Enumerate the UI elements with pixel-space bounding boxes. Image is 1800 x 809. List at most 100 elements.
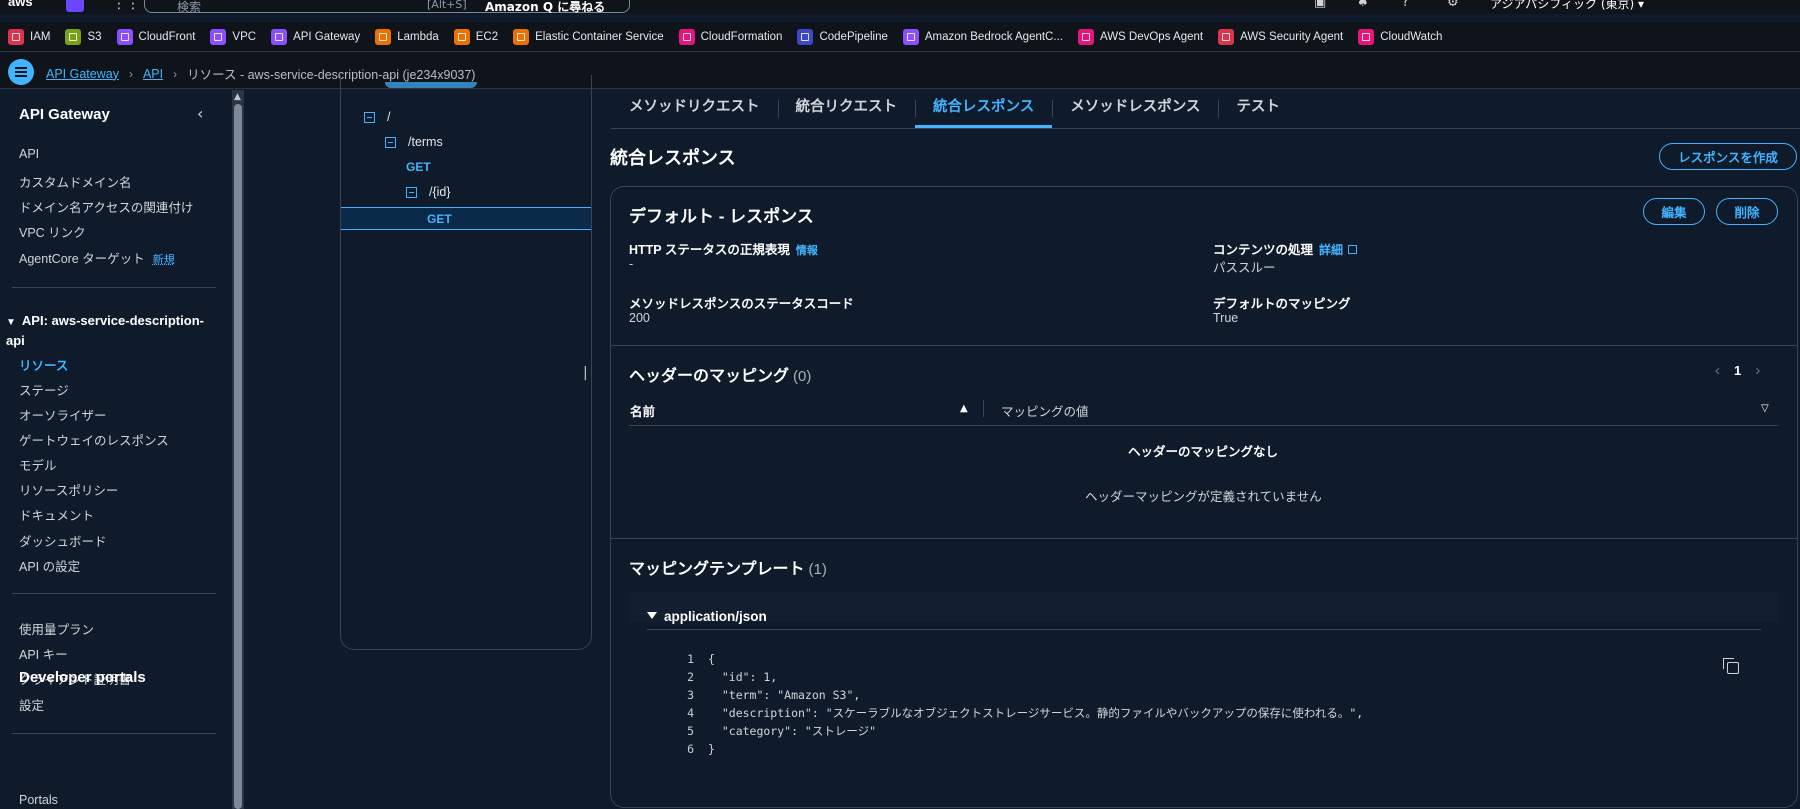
help-icon[interactable]: ? — [1402, 0, 1409, 10]
api-section-header[interactable]: ▼ API: aws-service-description-api — [6, 312, 206, 350]
tab-integration-response[interactable]: 統合レスポンス — [915, 90, 1053, 128]
services-grid-icon[interactable]: ⋮⋮ — [112, 0, 140, 12]
menu-icon[interactable] — [8, 59, 34, 85]
details-link[interactable]: 詳細 — [1319, 243, 1343, 257]
service-icon — [513, 28, 530, 45]
sidebar-item-agentcore[interactable]: AgentCore ターゲット 新規 — [19, 248, 175, 267]
favorite-ec2[interactable]: EC2 — [453, 28, 498, 45]
copy-icon[interactable] — [1723, 658, 1739, 674]
create-response-button[interactable]: レスポンスを作成 — [1659, 143, 1797, 170]
line-text: "description": "スケーラブルなオブジェクトストレージサービス。静… — [708, 706, 1364, 720]
sidebar-item-api-keys[interactable]: API キー — [19, 644, 68, 663]
chevron-left-icon[interactable]: ‹ — [1715, 362, 1720, 379]
sidebar-item-usage-plans[interactable]: 使用量プラン — [19, 619, 94, 638]
tree-node-root[interactable]: / — [364, 110, 390, 124]
sort-icon[interactable]: ▽ — [1761, 403, 1769, 414]
favorite-cloudfront[interactable]: CloudFront — [116, 28, 195, 45]
favorite-cloudwatch[interactable]: CloudWatch — [1358, 28, 1442, 45]
settings-gear-icon[interactable]: ⚙ — [1447, 0, 1459, 10]
content-handling-value: パススルー — [1213, 261, 1276, 275]
sidebar-item-vpc-links[interactable]: VPC リンク — [19, 222, 86, 241]
sidebar-item-gateway-responses[interactable]: ゲートウェイのレスポンス — [19, 430, 169, 449]
cloudshell-icon[interactable]: ▣ — [1314, 0, 1326, 10]
column-header-mapping-value[interactable]: マッピングの値 — [1001, 401, 1089, 420]
sidebar-item-api[interactable]: API — [19, 147, 39, 161]
external-link-icon[interactable] — [1348, 245, 1358, 254]
divider — [611, 345, 1797, 346]
collapse-icon[interactable] — [364, 111, 375, 123]
favorite-api-gateway[interactable]: API Gateway — [271, 28, 360, 45]
delete-button[interactable]: 削除 — [1716, 198, 1778, 225]
favorite-amazon-bedrock-agentc[interactable]: Amazon Bedrock AgentC... — [902, 28, 1063, 45]
favorite-vpc[interactable]: VPC — [210, 28, 256, 45]
notifications-icon[interactable]: ♠ — [1357, 0, 1369, 10]
breadcrumb-api[interactable]: API — [143, 67, 163, 81]
column-divider[interactable] — [983, 400, 984, 417]
ask-amazon-q-link[interactable]: Amazon Q に尋ねる — [485, 0, 605, 14]
edit-button[interactable]: 編集 — [1643, 198, 1705, 225]
close-sidebar-icon[interactable]: ‹ — [197, 104, 203, 123]
empty-state-title: ヘッダーのマッピングなし — [1128, 445, 1279, 459]
favorite-elastic-container-service[interactable]: Elastic Container Service — [513, 28, 664, 45]
favorite-codepipeline[interactable]: CodePipeline — [797, 28, 888, 45]
sidebar-item-api-settings[interactable]: API の設定 — [19, 556, 80, 575]
tab-method-response[interactable]: メソッドレスポンス — [1052, 90, 1218, 128]
sidebar-item-documentation[interactable]: ドキュメント — [19, 505, 94, 524]
favorite-label: AWS DevOps Agent — [1099, 30, 1204, 43]
tree-node-get-terms[interactable]: GET — [406, 160, 431, 174]
tab-test[interactable]: テスト — [1218, 90, 1298, 128]
collapse-icon[interactable] — [385, 136, 396, 148]
sidebar-item-domain-access[interactable]: ドメイン名アクセスの関連付け — [19, 197, 193, 216]
sidebar-title: API Gateway — [19, 106, 110, 123]
sidebar-item-models[interactable]: モデル — [19, 455, 57, 474]
region-selector[interactable]: アジアパシフィック (東京) ▾ — [1490, 0, 1644, 12]
line-text: } — [708, 742, 715, 756]
tree-node-id[interactable]: /{id} — [406, 185, 451, 199]
favorite-aws-security-agent[interactable]: AWS Security Agent — [1218, 28, 1343, 45]
tab-integration-request[interactable]: 統合リクエスト — [777, 90, 916, 128]
sidebar-item-portals[interactable]: Portals — [19, 793, 58, 807]
sidebar-item-resources[interactable]: リソース — [19, 355, 68, 374]
sidebar-item-custom-domains[interactable]: カスタムドメイン名 — [19, 172, 132, 191]
tree-label: /terms — [408, 135, 443, 149]
favorite-cloudformation[interactable]: CloudFormation — [678, 28, 782, 45]
sidebar-item-resource-policy[interactable]: リソースポリシー — [19, 480, 118, 499]
column-header-name[interactable]: 名前 — [630, 401, 655, 420]
service-icon — [116, 28, 133, 45]
breadcrumb-api-gateway[interactable]: API Gateway — [46, 67, 119, 81]
resize-handle[interactable]: | — [583, 365, 588, 381]
favorite-label: CodePipeline — [819, 30, 888, 43]
tree-node-get-id-selected[interactable]: GET — [341, 207, 591, 230]
tree-node-terms[interactable]: /terms — [385, 135, 443, 149]
sidebar-scrollbar-thumb[interactable] — [234, 104, 242, 809]
amazon-q-icon[interactable] — [66, 0, 84, 12]
template-content-type[interactable]: application/json — [664, 609, 767, 624]
search-input[interactable]: 検索 [Alt+S] Amazon Q に尋ねる — [144, 0, 630, 14]
sidebar-item-stages[interactable]: ステージ — [19, 380, 69, 399]
header-mappings-count: (0) — [793, 368, 812, 385]
favorite-iam[interactable]: IAM — [8, 28, 50, 45]
sort-ascending-icon[interactable]: ▲ — [960, 403, 968, 414]
service-icon — [1077, 28, 1094, 45]
page-number[interactable]: 1 — [1734, 363, 1741, 378]
favorite-s3[interactable]: S3 — [65, 28, 102, 45]
info-link[interactable]: 情報 — [796, 245, 818, 257]
service-icon — [453, 28, 470, 45]
sidebar-item-authorizers[interactable]: オーソライザー — [19, 405, 107, 424]
favorite-label: Elastic Container Service — [535, 30, 664, 43]
collapse-icon[interactable] — [406, 186, 417, 198]
tab-method-request[interactable]: メソッドリクエスト — [611, 90, 778, 128]
favorite-lambda[interactable]: Lambda — [375, 28, 439, 45]
sidebar-item-settings[interactable]: 設定 — [19, 695, 44, 714]
http-regex-label-text: HTTP ステータスの正規表現 — [629, 243, 790, 257]
tree-label: /{id} — [429, 185, 451, 199]
sidebar-item-dashboard[interactable]: ダッシュボード — [19, 531, 107, 550]
aws-logo[interactable]: aws — [8, 0, 33, 9]
favorites-bar: IAM S3 CloudFront VPC API Gateway Lambda EC2 El… — [0, 22, 1800, 52]
code-line: 6} — [676, 740, 1363, 758]
favorite-aws-devops-agent[interactable]: AWS DevOps Agent — [1077, 28, 1204, 45]
chevron-right-icon[interactable]: › — [1755, 362, 1760, 379]
line-number: 4 — [687, 706, 694, 720]
triangle-down-icon[interactable] — [647, 612, 657, 619]
scroll-up-icon[interactable]: ▲ — [234, 92, 241, 102]
